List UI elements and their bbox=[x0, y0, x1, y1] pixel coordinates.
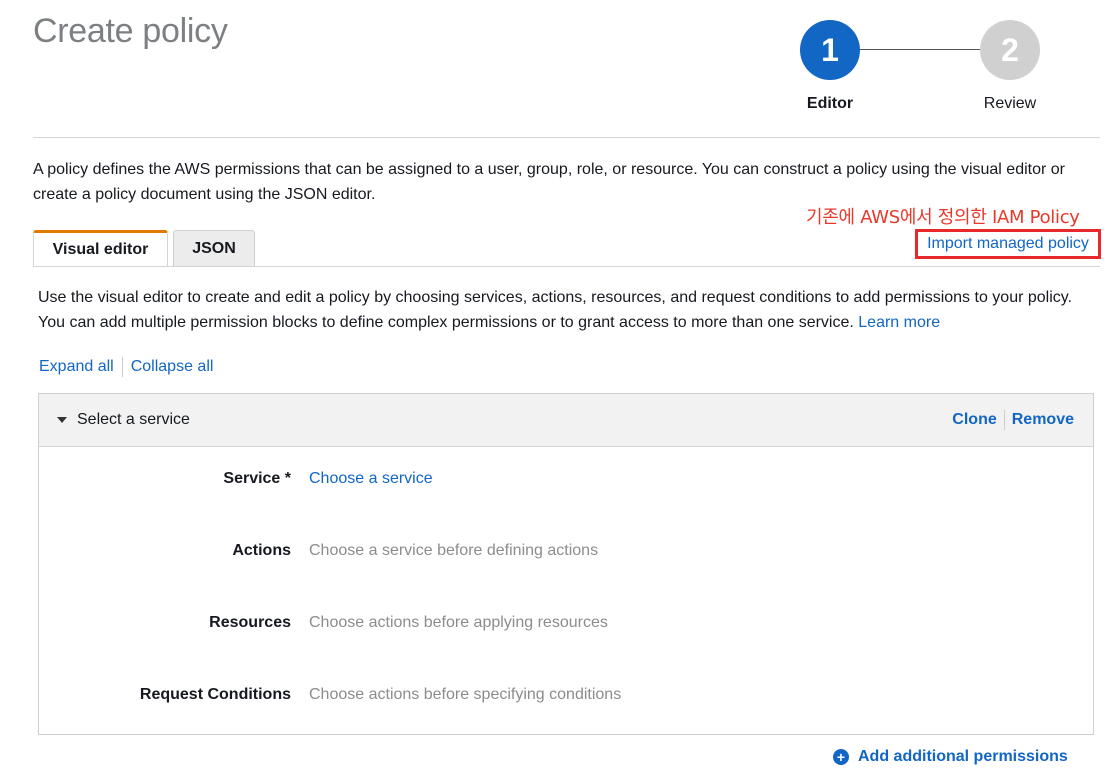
tab-visual-editor[interactable]: Visual editor bbox=[33, 230, 168, 267]
service-row: Service * Choose a service bbox=[39, 464, 1093, 494]
request-conditions-row: Request Conditions Choose actions before… bbox=[39, 680, 1093, 710]
resources-row: Resources Choose actions before applying… bbox=[39, 608, 1093, 638]
permission-block-header[interactable]: Select a service Clone Remove bbox=[39, 394, 1093, 447]
permission-block-actions: Clone Remove bbox=[952, 410, 1074, 430]
actions-placeholder: Choose a service before defining actions bbox=[309, 542, 599, 559]
tab-divider bbox=[33, 266, 1100, 267]
link-separator bbox=[121, 357, 123, 377]
remove-button[interactable]: Remove bbox=[1012, 411, 1074, 429]
caret-down-icon[interactable] bbox=[57, 417, 67, 423]
header-divider bbox=[33, 137, 1100, 138]
stepper-connector bbox=[860, 49, 980, 50]
step-1-label: Editor bbox=[806, 95, 854, 112]
policy-intro-text: A policy defines the AWS permissions tha… bbox=[33, 161, 1065, 203]
add-additional-permissions-button[interactable]: + Add additional permissions bbox=[833, 748, 1068, 766]
page-title: Create policy bbox=[33, 12, 228, 50]
clone-button[interactable]: Clone bbox=[952, 411, 996, 429]
import-highlight-box: Import managed policy bbox=[915, 229, 1101, 259]
permission-block-title: Select a service bbox=[77, 411, 190, 428]
annotation-label: 기존에 AWS에서 정의한 IAM Policy bbox=[806, 207, 1080, 228]
collapse-all-link[interactable]: Collapse all bbox=[131, 358, 214, 376]
request-conditions-placeholder: Choose actions before specifying conditi… bbox=[309, 686, 622, 703]
actions-row: Actions Choose a service before defining… bbox=[39, 536, 1093, 566]
expand-all-link[interactable]: Expand all bbox=[39, 358, 114, 376]
resources-label: Resources bbox=[209, 614, 291, 631]
plus-circle-icon: + bbox=[833, 749, 849, 765]
choose-service-link[interactable]: Choose a service bbox=[309, 470, 433, 488]
tab-json[interactable]: JSON bbox=[173, 230, 255, 266]
actions-label: Actions bbox=[232, 542, 291, 559]
expand-collapse-controls: Expand all Collapse all bbox=[39, 357, 213, 377]
resources-placeholder: Choose actions before applying resources bbox=[309, 614, 608, 631]
step-2-label: Review bbox=[983, 95, 1037, 112]
request-conditions-label: Request Conditions bbox=[139, 686, 291, 703]
add-additional-permissions-label: Add additional permissions bbox=[858, 748, 1068, 765]
learn-more-link[interactable]: Learn more bbox=[858, 314, 940, 331]
visual-editor-description: Use the visual editor to create and edit… bbox=[38, 285, 1098, 335]
import-managed-policy-link[interactable]: Import managed policy bbox=[927, 235, 1089, 253]
service-label: Service * bbox=[223, 470, 291, 487]
step-1-indicator: 1 bbox=[800, 20, 860, 80]
action-separator bbox=[1003, 410, 1005, 430]
step-2-indicator: 2 bbox=[980, 20, 1040, 80]
permission-block: Select a service Clone Remove Service * … bbox=[38, 393, 1094, 735]
